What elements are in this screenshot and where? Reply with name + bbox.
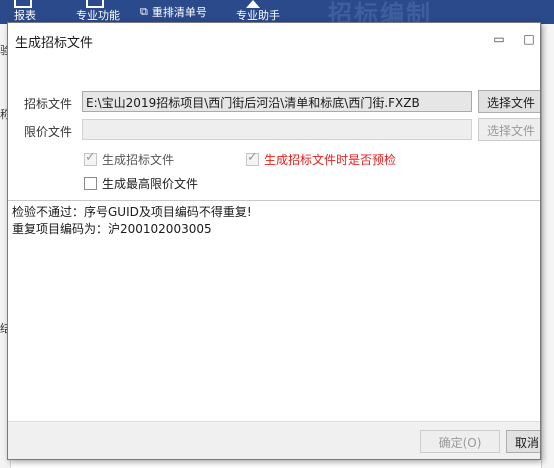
ribbon-assistant-tab[interactable]: 专业助手 (236, 0, 280, 24)
ribbon-report-label: 报表 (14, 9, 36, 22)
dialog-titlebar[interactable]: 生成招标文件 ▭ □ (8, 23, 540, 57)
ribbon-assistant-label: 专业助手 (236, 9, 280, 22)
minimize-icon: ▭ (493, 32, 505, 46)
checkmark-icon: ✓ (85, 150, 96, 165)
limit-file-label: 限价文件 (24, 125, 73, 139)
precheck-checkbox-label: 生成招标文件时是否预检 (264, 153, 397, 167)
gen-bid-checkbox[interactable]: ✓ 生成招标文件 (84, 150, 175, 168)
gen-limit-checkbox-box[interactable] (84, 177, 97, 190)
ribbon-pro-tab[interactable]: 专业功能 (76, 0, 120, 24)
bid-file-select-button[interactable]: 选择文件 (478, 90, 540, 113)
background-right-panel (541, 24, 554, 468)
check-result-log: 检验不通过：序号GUID及项目编码不得重复! 重复项目编码为：沪20010200… (12, 204, 532, 238)
gen-bid-checkbox-box[interactable]: ✓ (84, 150, 97, 166)
precheck-checkbox[interactable]: ✓ 生成招标文件时是否预检 (246, 150, 397, 168)
background-ribbon: 报表 专业功能 ⧉ 重排清单号 专业助手 招标编制 (0, 0, 554, 24)
app-watermark: 招标编制 (328, 0, 432, 24)
checkmark-icon: ✓ (247, 150, 258, 165)
precheck-checkbox-box[interactable]: ✓ (246, 150, 259, 166)
bid-file-label: 招标文件 (24, 97, 73, 111)
ribbon-report-tab[interactable]: 报表 (14, 0, 36, 24)
log-line: 检验不通过：序号GUID及项目编码不得重复! (12, 205, 252, 219)
gen-bid-checkbox-label: 生成招标文件 (102, 153, 175, 167)
log-line: 重复项目编码为：沪200102003005 (12, 222, 212, 236)
limit-file-select-button: 选择文件 (478, 118, 540, 141)
maximize-icon: □ (523, 32, 535, 46)
gen-limit-checkbox-label: 生成最高限价文件 (102, 177, 199, 191)
ribbon-pro-label: 专业功能 (76, 9, 120, 22)
limit-file-path-field (82, 119, 472, 140)
bid-file-path-field[interactable]: E:\宝山2019招标项目\西门街后河沿\清单和标底\西门街.FXZB (82, 91, 472, 112)
dialog-title: 生成招标文件 (15, 36, 94, 51)
ok-button: 确定(O) (420, 430, 500, 453)
generate-bid-dialog: 生成招标文件 ▭ □ 招标文件 E:\宝山2019招标项目\西门街后河沿\清单和… (7, 22, 541, 460)
gen-limit-checkbox[interactable]: 生成最高限价文件 (84, 175, 198, 192)
section-divider (8, 200, 540, 201)
ribbon-renumber-label: 重排清单号 (151, 6, 207, 19)
minimize-button[interactable]: ▭ (488, 29, 510, 49)
dialog-footer: 确定(O) 取消 (8, 421, 540, 459)
maximize-button[interactable]: □ (518, 29, 540, 49)
renumber-icon: ⧉ (140, 5, 148, 18)
ribbon-renumber-button[interactable]: ⧉ 重排清单号 (140, 0, 207, 24)
cancel-button[interactable]: 取消 (506, 430, 540, 453)
